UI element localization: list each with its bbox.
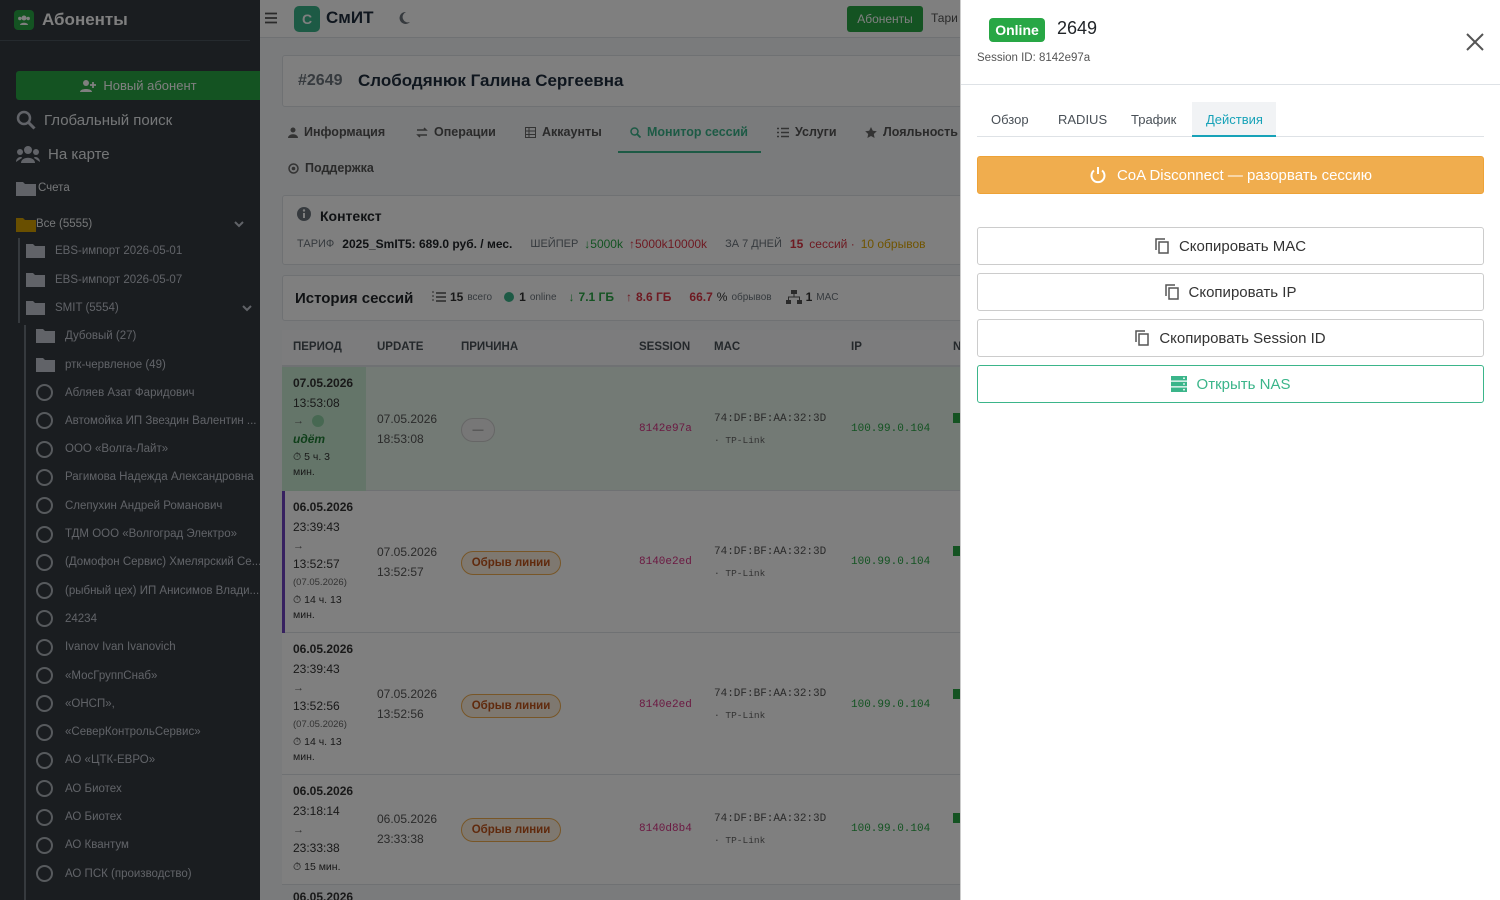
- drawer-title: 2649: [1057, 18, 1098, 38]
- server-icon: [1170, 376, 1187, 392]
- close-icon[interactable]: [1464, 31, 1486, 53]
- tab-radius[interactable]: RADIUS: [1058, 112, 1107, 127]
- copy-mac-label: Скопировать MAC: [1178, 237, 1307, 255]
- open-nas-button[interactable]: Открыть NAS: [977, 365, 1484, 403]
- copy-ip-label: Скопировать IP: [1188, 283, 1297, 301]
- status-badge: Online: [989, 18, 1045, 42]
- copy-mac-button[interactable]: Скопировать MAC: [977, 227, 1484, 265]
- copy-session-id-button[interactable]: Скопировать Session ID: [977, 319, 1484, 357]
- copy-icon: [1164, 284, 1179, 300]
- modal-backdrop[interactable]: [0, 0, 960, 900]
- copy-icon: [1135, 330, 1150, 346]
- drawer-divider: [961, 84, 1500, 85]
- open-nas-label: Открыть NAS: [1196, 375, 1291, 393]
- copy-icon: [1155, 238, 1169, 254]
- coa-label: CoA Disconnect — разорвать сессию: [1116, 166, 1373, 184]
- power-icon: [1090, 167, 1106, 184]
- copy-session-label: Скопировать Session ID: [1159, 329, 1326, 347]
- coa-disconnect-button[interactable]: CoA Disconnect — разорвать сессию: [977, 156, 1484, 194]
- tab-traffic[interactable]: Трафик: [1131, 112, 1176, 127]
- drawer-session-id: Session ID: 8142e97a: [977, 52, 1091, 64]
- tab-overview[interactable]: Обзор: [991, 112, 1029, 127]
- tab-actions[interactable]: Действия: [1206, 112, 1263, 127]
- copy-ip-button[interactable]: Скопировать IP: [977, 273, 1484, 311]
